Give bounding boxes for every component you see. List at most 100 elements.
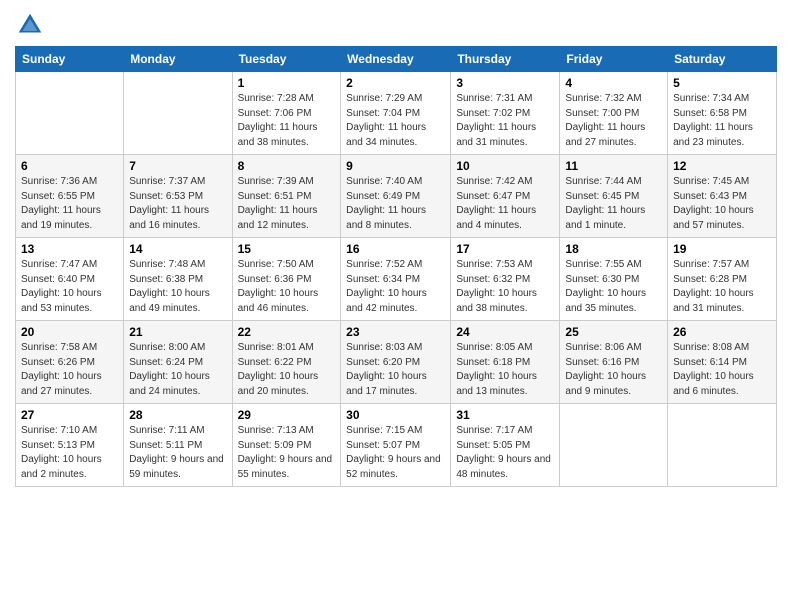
day-info: Sunrise: 8:08 AM Sunset: 6:14 PM Dayligh… (673, 341, 771, 399)
day-cell: 14 Sunrise: 7:48 AM Sunset: 6:38 PM Dayl… (124, 238, 232, 321)
daylight-label: Daylight: 11 hours and 4 minutes. (456, 205, 536, 231)
daylight-label: Daylight: 10 hours and 31 minutes. (673, 288, 754, 314)
sunrise-label: Sunrise: 7:40 AM (346, 176, 422, 187)
sunset-label: Sunset: 6:45 PM (565, 191, 639, 202)
day-number: 21 (129, 325, 226, 339)
daylight-label: Daylight: 10 hours and 9 minutes. (565, 371, 646, 397)
sunset-label: Sunset: 6:51 PM (238, 191, 312, 202)
day-cell: 9 Sunrise: 7:40 AM Sunset: 6:49 PM Dayli… (341, 155, 451, 238)
sunrise-label: Sunrise: 7:44 AM (565, 176, 641, 187)
day-info: Sunrise: 7:13 AM Sunset: 5:09 PM Dayligh… (238, 424, 336, 482)
day-info: Sunrise: 7:53 AM Sunset: 6:32 PM Dayligh… (456, 258, 554, 316)
sunrise-label: Sunrise: 8:06 AM (565, 342, 641, 353)
weekday-header-row: SundayMondayTuesdayWednesdayThursdayFrid… (16, 47, 777, 72)
day-cell: 21 Sunrise: 8:00 AM Sunset: 6:24 PM Dayl… (124, 321, 232, 404)
day-cell: 20 Sunrise: 7:58 AM Sunset: 6:26 PM Dayl… (16, 321, 124, 404)
day-info: Sunrise: 7:34 AM Sunset: 6:58 PM Dayligh… (673, 92, 771, 150)
daylight-label: Daylight: 10 hours and 2 minutes. (21, 454, 102, 480)
day-cell: 30 Sunrise: 7:15 AM Sunset: 5:07 PM Dayl… (341, 404, 451, 487)
day-cell: 3 Sunrise: 7:31 AM Sunset: 7:02 PM Dayli… (451, 72, 560, 155)
sunrise-label: Sunrise: 7:11 AM (129, 425, 204, 436)
sunrise-label: Sunrise: 7:42 AM (456, 176, 532, 187)
sunset-label: Sunset: 6:16 PM (565, 357, 639, 368)
day-info: Sunrise: 8:03 AM Sunset: 6:20 PM Dayligh… (346, 341, 445, 399)
week-row-2: 6 Sunrise: 7:36 AM Sunset: 6:55 PM Dayli… (16, 155, 777, 238)
day-cell: 27 Sunrise: 7:10 AM Sunset: 5:13 PM Dayl… (16, 404, 124, 487)
sunrise-label: Sunrise: 7:58 AM (21, 342, 97, 353)
weekday-header-monday: Monday (124, 47, 232, 72)
sunset-label: Sunset: 6:58 PM (673, 108, 747, 119)
day-info: Sunrise: 7:55 AM Sunset: 6:30 PM Dayligh… (565, 258, 662, 316)
sunrise-label: Sunrise: 7:52 AM (346, 259, 422, 270)
sunrise-label: Sunrise: 7:36 AM (21, 176, 97, 187)
day-info: Sunrise: 7:37 AM Sunset: 6:53 PM Dayligh… (129, 175, 226, 233)
sunset-label: Sunset: 6:40 PM (21, 274, 95, 285)
sunset-label: Sunset: 7:02 PM (456, 108, 530, 119)
daylight-label: Daylight: 10 hours and 42 minutes. (346, 288, 427, 314)
sunrise-label: Sunrise: 8:01 AM (238, 342, 314, 353)
sunrise-label: Sunrise: 7:32 AM (565, 93, 641, 104)
daylight-label: Daylight: 11 hours and 1 minute. (565, 205, 645, 231)
day-cell: 26 Sunrise: 8:08 AM Sunset: 6:14 PM Dayl… (668, 321, 777, 404)
day-number: 18 (565, 242, 662, 256)
sunset-label: Sunset: 5:05 PM (456, 440, 530, 451)
sunrise-label: Sunrise: 8:03 AM (346, 342, 422, 353)
day-info: Sunrise: 7:10 AM Sunset: 5:13 PM Dayligh… (21, 424, 118, 482)
day-number: 11 (565, 159, 662, 173)
day-info: Sunrise: 7:36 AM Sunset: 6:55 PM Dayligh… (21, 175, 118, 233)
sunset-label: Sunset: 6:32 PM (456, 274, 530, 285)
sunset-label: Sunset: 5:09 PM (238, 440, 312, 451)
sunset-label: Sunset: 6:53 PM (129, 191, 203, 202)
day-info: Sunrise: 8:05 AM Sunset: 6:18 PM Dayligh… (456, 341, 554, 399)
sunrise-label: Sunrise: 7:28 AM (238, 93, 314, 104)
day-number: 19 (673, 242, 771, 256)
day-number: 4 (565, 76, 662, 90)
daylight-label: Daylight: 11 hours and 34 minutes. (346, 122, 426, 148)
sunrise-label: Sunrise: 7:13 AM (238, 425, 314, 436)
sunset-label: Sunset: 6:43 PM (673, 191, 747, 202)
weekday-header-tuesday: Tuesday (232, 47, 341, 72)
day-number: 25 (565, 325, 662, 339)
day-cell: 28 Sunrise: 7:11 AM Sunset: 5:11 PM Dayl… (124, 404, 232, 487)
daylight-label: Daylight: 11 hours and 38 minutes. (238, 122, 318, 148)
calendar-body: 1 Sunrise: 7:28 AM Sunset: 7:06 PM Dayli… (16, 72, 777, 487)
day-cell: 4 Sunrise: 7:32 AM Sunset: 7:00 PM Dayli… (560, 72, 668, 155)
day-cell: 23 Sunrise: 8:03 AM Sunset: 6:20 PM Dayl… (341, 321, 451, 404)
day-cell: 25 Sunrise: 8:06 AM Sunset: 6:16 PM Dayl… (560, 321, 668, 404)
daylight-label: Daylight: 10 hours and 17 minutes. (346, 371, 427, 397)
day-info: Sunrise: 7:58 AM Sunset: 6:26 PM Dayligh… (21, 341, 118, 399)
sunrise-label: Sunrise: 8:05 AM (456, 342, 532, 353)
sunrise-label: Sunrise: 7:17 AM (456, 425, 532, 436)
day-number: 31 (456, 408, 554, 422)
daylight-label: Daylight: 9 hours and 55 minutes. (238, 454, 333, 480)
sunset-label: Sunset: 5:13 PM (21, 440, 95, 451)
daylight-label: Daylight: 10 hours and 46 minutes. (238, 288, 319, 314)
sunset-label: Sunset: 6:36 PM (238, 274, 312, 285)
daylight-label: Daylight: 11 hours and 31 minutes. (456, 122, 536, 148)
week-row-3: 13 Sunrise: 7:47 AM Sunset: 6:40 PM Dayl… (16, 238, 777, 321)
sunrise-label: Sunrise: 7:34 AM (673, 93, 749, 104)
day-info: Sunrise: 7:50 AM Sunset: 6:36 PM Dayligh… (238, 258, 336, 316)
daylight-label: Daylight: 10 hours and 13 minutes. (456, 371, 537, 397)
day-number: 16 (346, 242, 445, 256)
sunrise-label: Sunrise: 8:00 AM (129, 342, 205, 353)
daylight-label: Daylight: 10 hours and 35 minutes. (565, 288, 646, 314)
sunrise-label: Sunrise: 7:57 AM (673, 259, 749, 270)
daylight-label: Daylight: 10 hours and 24 minutes. (129, 371, 210, 397)
day-number: 6 (21, 159, 118, 173)
sunset-label: Sunset: 6:28 PM (673, 274, 747, 285)
daylight-label: Daylight: 11 hours and 16 minutes. (129, 205, 209, 231)
day-cell: 15 Sunrise: 7:50 AM Sunset: 6:36 PM Dayl… (232, 238, 341, 321)
week-row-5: 27 Sunrise: 7:10 AM Sunset: 5:13 PM Dayl… (16, 404, 777, 487)
daylight-label: Daylight: 10 hours and 27 minutes. (21, 371, 102, 397)
day-cell (560, 404, 668, 487)
sunrise-label: Sunrise: 7:55 AM (565, 259, 641, 270)
sunset-label: Sunset: 7:04 PM (346, 108, 420, 119)
day-info: Sunrise: 8:00 AM Sunset: 6:24 PM Dayligh… (129, 341, 226, 399)
day-number: 30 (346, 408, 445, 422)
day-info: Sunrise: 7:57 AM Sunset: 6:28 PM Dayligh… (673, 258, 771, 316)
day-cell (668, 404, 777, 487)
day-info: Sunrise: 7:15 AM Sunset: 5:07 PM Dayligh… (346, 424, 445, 482)
day-number: 15 (238, 242, 336, 256)
sunrise-label: Sunrise: 7:37 AM (129, 176, 205, 187)
